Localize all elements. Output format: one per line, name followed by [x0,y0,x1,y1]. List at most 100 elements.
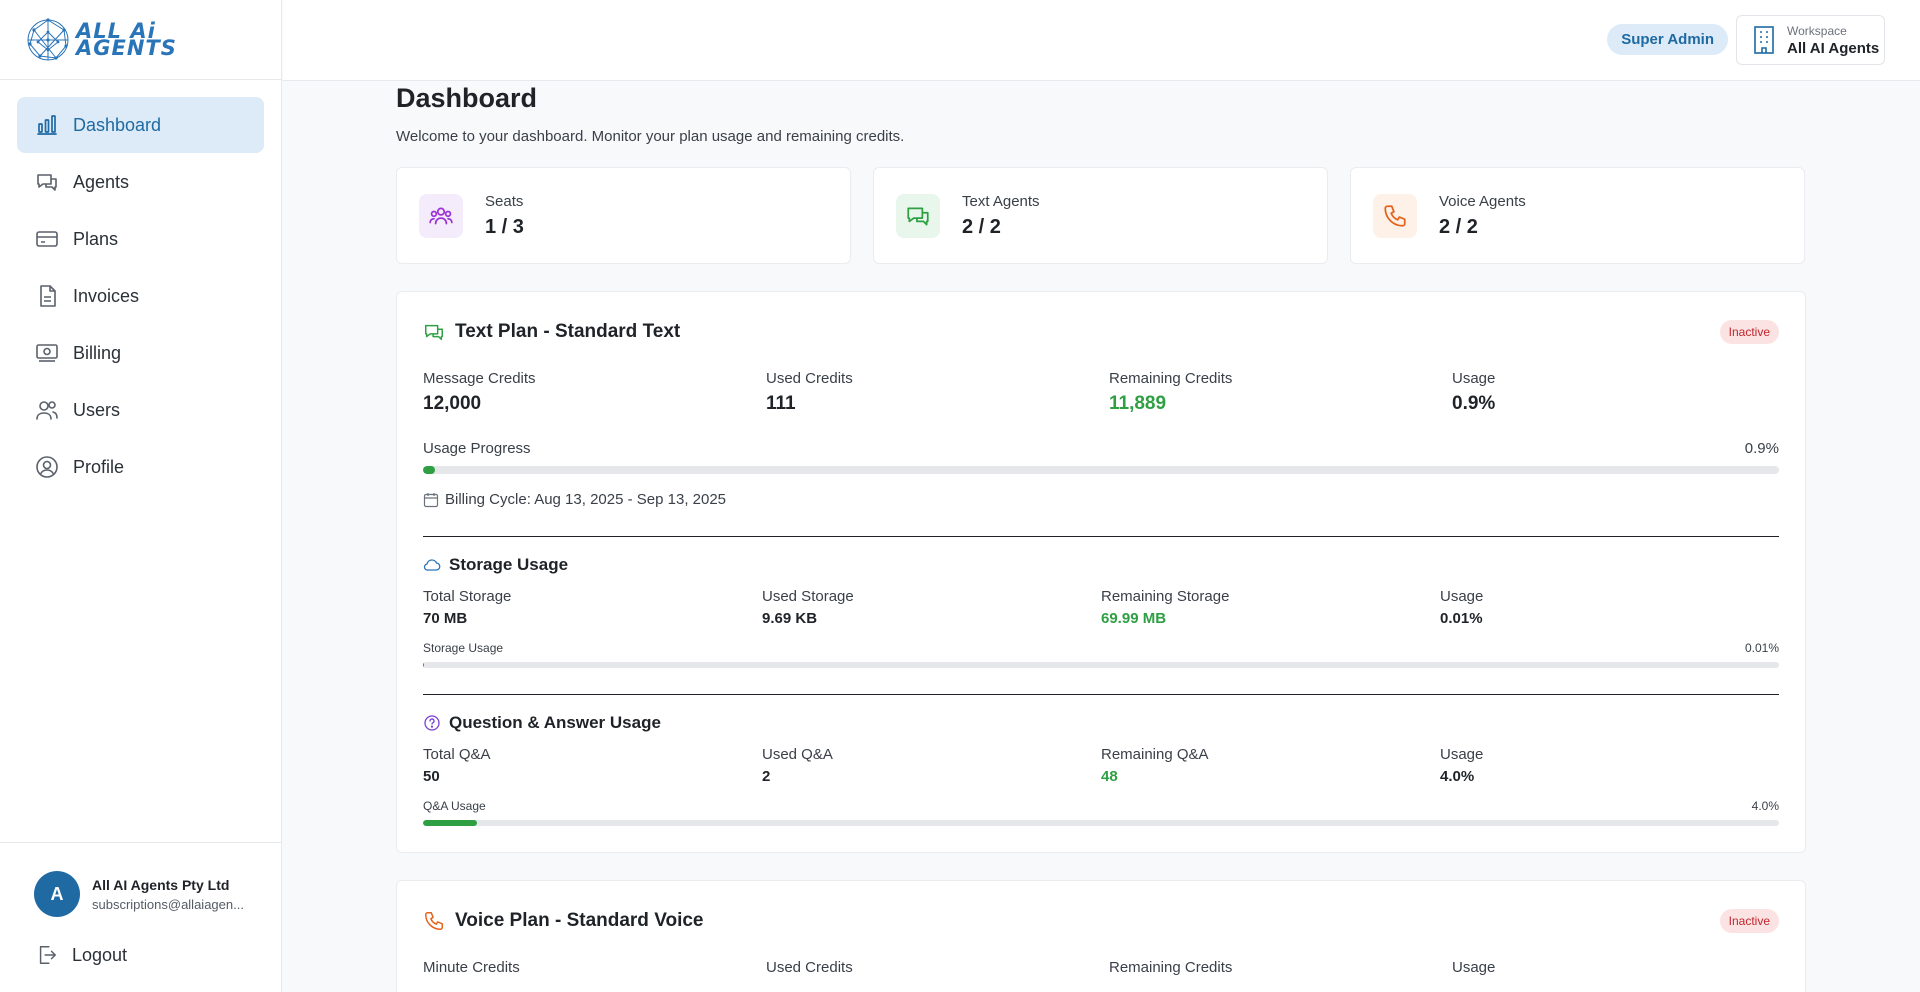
sidebar-item-plans[interactable]: Plans [17,211,264,267]
metric-label: Usage [1452,370,1496,387]
billing-cycle: Billing Cycle: Aug 13, 2025 - Sep 13, 20… [423,491,1779,508]
metric-label: Usage [1452,959,1496,976]
brand-logo[interactable]: ALL Ai AGENTS [0,0,281,80]
usage-progress-bar [423,466,1779,474]
metric-label: Used Credits [766,959,853,976]
sidebar-item-invoices[interactable]: Invoices [17,268,264,324]
metric-value: 69.99 MB [1101,610,1167,627]
plan-title: Voice Plan - Standard Voice [423,910,703,932]
progress-percent: 0.9% [1744,440,1779,457]
avatar: A [34,871,80,917]
qa-progress-fill [423,820,478,826]
status-badge: Inactive [1719,320,1779,344]
stat-label: Voice Agents [1439,192,1526,210]
stat-value: 2 / 2 [1439,215,1478,238]
metric-label: Minute Credits [423,959,520,976]
metric-value: 11,889 [1109,393,1167,414]
metric-label: Used Credits [766,370,853,387]
metric-value: 2 [762,768,771,785]
metric-value: 12,000 [423,393,482,414]
divider [423,694,1779,695]
plan-metrics: Minute Credits Used Credits Remaining Cr… [423,959,1779,976]
qa-section-title: Question & Answer Usage [423,713,1779,733]
usage-progress-fill [423,466,436,474]
metric-value: 48 [1101,768,1118,785]
question-circle-icon [424,715,440,731]
metric-value: 111 [766,393,796,414]
user-circle-icon [36,456,58,478]
phone-icon [1384,204,1406,227]
phone-icon [425,912,443,930]
plan-title-text: Voice Plan - Standard Voice [455,910,704,931]
metric-label: Remaining Credits [1109,370,1233,387]
qa-title-text: Question & Answer Usage [449,713,661,732]
stat-icon-wrap [419,193,463,238]
current-user[interactable]: A All AI Agents Pty Ltd subscriptions@al… [0,842,281,917]
document-icon [40,285,56,307]
metric-label: Remaining Storage [1101,588,1230,605]
brand-wordmark: ALL Ai AGENTS [76,20,177,60]
users-icon [36,401,58,420]
metric-value: 9.69 KB [762,610,818,627]
page-subtitle: Welcome to your dashboard. Monitor your … [396,128,905,145]
progress-percent: 4.0% [1751,799,1779,813]
stat-icon-wrap [896,193,940,238]
sidebar-item-label: Billing [73,342,122,363]
chat-bubbles-icon [37,174,57,191]
workspace-switcher[interactable]: Workspace All AI Agents [1736,15,1885,65]
logout-label: Logout [72,944,128,965]
sidebar-item-billing[interactable]: Billing [17,325,264,381]
metric-value: 50 [423,768,440,785]
stat-value: 1 / 3 [485,215,524,238]
sidebar-item-label: Users [73,399,121,420]
text-plan-card: Text Plan - Standard Text Inactive Messa… [396,291,1806,853]
sidebar-item-label: Agents [73,171,130,192]
sidebar-item-profile[interactable]: Profile [17,439,264,495]
metric-label: Used Q&A [762,746,833,763]
status-badge: Inactive [1719,909,1779,933]
metric-label: Usage [1440,588,1484,605]
qa-progress-bar [423,820,1779,826]
sidebar-item-users[interactable]: Users [17,382,264,438]
storage-progress-fill [423,662,424,668]
user-email: subscriptions@allaiagen... [92,896,244,912]
brand-line-2: AGENTS [76,35,177,60]
stats-row: Seats 1 / 3 Text Agents 2 / 2 Voice Agen… [396,167,1806,264]
metric-value: 4.0% [1440,768,1475,785]
sidebar-item-label: Plans [73,228,119,249]
qa-metrics: Total Q&A 50 Used Q&A 2 Remaining Q&A 48 Us… [423,746,1779,785]
plan-metrics: Message Credits 12,000 Used Credits 111 Re… [423,370,1779,415]
plan-title-text: Text Plan - Standard Text [455,321,681,342]
sidebar-item-agents[interactable]: Agents [17,154,264,210]
stat-card-text-agents: Text Agents 2 / 2 [873,167,1328,264]
sidebar-nav: Dashboard Agents Plans Invoices Billing [0,80,281,495]
sidebar-item-label: Invoices [73,285,140,306]
stat-label: Seats [485,192,524,210]
sidebar-item-label: Profile [73,456,125,477]
divider [423,536,1779,537]
plan-title: Text Plan - Standard Text [423,321,680,343]
main-content: Dashboard Welcome to your dashboard. Mon… [396,81,1806,992]
metric-label: Used Storage [762,588,854,605]
progress-label: Usage Progress [423,440,531,457]
metric-value: 0.9% [1452,393,1496,414]
bar-chart-icon [37,115,57,135]
credit-card-icon [36,231,58,247]
billing-cycle-text: Billing Cycle: Aug 13, 2025 - Sep 13, 20… [445,491,727,508]
storage-section-title: Storage Usage [423,555,1779,575]
chat-bubbles-icon [907,207,929,226]
users-icon [429,207,453,224]
progress-label: Q&A Usage [423,799,486,813]
logout-button[interactable]: Logout [36,944,127,966]
workspace-label: Workspace [1787,23,1847,38]
calendar-icon [423,492,439,507]
sidebar-item-label: Dashboard [73,114,162,135]
stat-value: 2 / 2 [962,215,1001,238]
chat-bubbles-icon [425,324,443,341]
cloud-icon [423,559,441,571]
metric-label: Remaining Q&A [1101,746,1209,763]
stat-card-seats: Seats 1 / 3 [396,167,851,264]
voice-plan-card: Voice Plan - Standard Voice Inactive Min… [396,880,1806,992]
sidebar-item-dashboard[interactable]: Dashboard [17,97,264,153]
globe-network-icon [27,17,69,60]
